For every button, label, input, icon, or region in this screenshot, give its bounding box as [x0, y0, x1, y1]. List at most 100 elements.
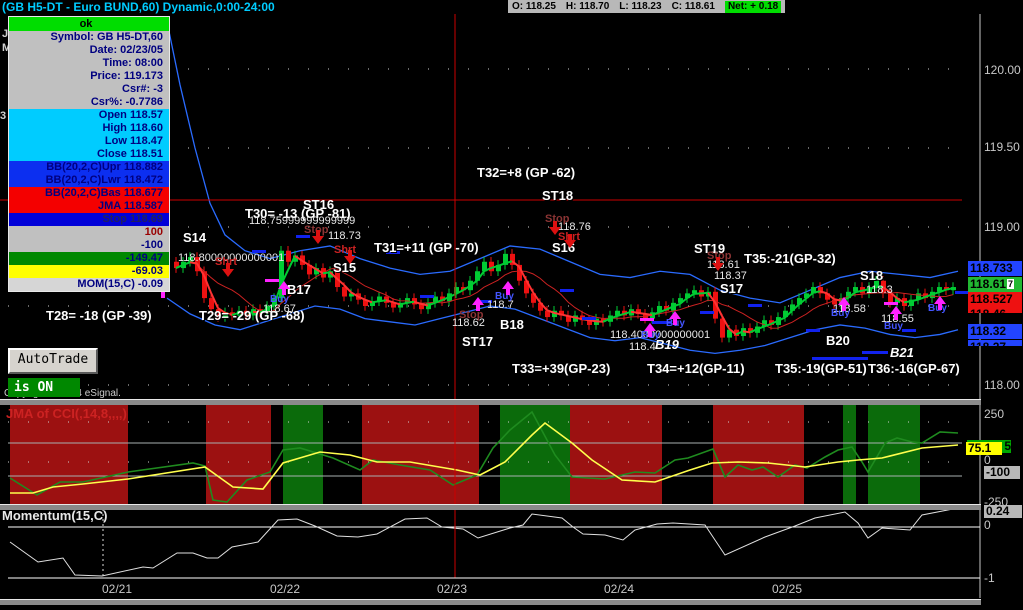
data-window-row: Low 118.47: [9, 135, 169, 148]
price-badge: 118.61 7: [968, 277, 1022, 292]
trade-annotation: ST18: [542, 188, 574, 203]
indicator-value-badge: -100: [984, 466, 1020, 479]
indicator-axis-label: 250: [984, 407, 1005, 421]
price-badge: 118.527: [968, 292, 1022, 307]
indicator-value-badge: 0.24: [984, 505, 1022, 518]
arrow-head-icon: [712, 263, 724, 271]
trade-annotation: 118.75999999999999: [249, 215, 356, 227]
panel-separator[interactable]: [0, 599, 981, 605]
panel-separator[interactable]: [0, 399, 981, 405]
stop-level-dash: [955, 291, 969, 294]
indicator-axis-label: -1: [984, 571, 995, 585]
trade-annotation: 118.4000000000001: [610, 329, 711, 341]
quote-low: L: 118.23: [619, 1, 662, 12]
arrow-head-icon: [564, 240, 576, 248]
arrow-stem: [506, 289, 510, 295]
trade-annotation: 118.3: [866, 284, 893, 296]
data-window-row: Price: 119.173: [9, 70, 169, 83]
price-axis-label: 118.00: [984, 378, 1020, 392]
price-axis-label: 119.00: [984, 220, 1020, 234]
trade-annotation: S14: [183, 230, 207, 245]
arrow-stem: [842, 305, 846, 311]
arrow-head-icon: [472, 297, 484, 305]
signal-arrow-up: [934, 296, 946, 310]
arrow-stem: [476, 305, 480, 311]
price-badge: 118.32: [968, 324, 1022, 339]
price-axis-label: 119.50: [984, 140, 1020, 154]
autotrade-button[interactable]: AutoTrade: [8, 348, 98, 374]
trade-annotation: B21: [890, 345, 914, 360]
data-window-row: Close 118.51: [9, 148, 169, 161]
arrow-head-icon: [669, 311, 681, 319]
arrow-head-icon: [312, 236, 324, 244]
stop-level-dash: [582, 317, 596, 320]
data-window-row: Time: 08:00: [9, 57, 169, 70]
arrow-stem: [161, 292, 165, 298]
data-window-row: 100: [9, 226, 169, 239]
signal-arrow-down: [712, 257, 724, 271]
trade-annotation: 118.4: [629, 341, 656, 353]
stop-level-dash: [862, 351, 888, 354]
window-title: (GB H5-DT - Euro BUND,60) Dynamic,0:00-2…: [2, 0, 275, 14]
date-label: 02/23: [437, 582, 468, 596]
stop-level-dash: [806, 329, 820, 332]
signal-arrow-up: [838, 297, 850, 311]
arrow-head-icon: [549, 227, 561, 235]
trade-annotation: Buy: [884, 321, 903, 332]
data-window-row: BB(20,2,C)Bas 118.677: [9, 187, 169, 200]
trade-annotation: T33=+39(GP-23): [512, 361, 611, 376]
indicator-axis-label: 0: [984, 453, 991, 467]
signal-arrow-down: [549, 221, 561, 235]
quote-strip: O: 118.25 H: 118.70 L: 118.23 C: 118.61 …: [508, 0, 786, 13]
trade-annotation: 118.73: [328, 230, 361, 242]
trade-annotation: T34=+12(GP-11): [647, 361, 745, 376]
price-badge-extra: 7: [1007, 279, 1015, 289]
stray-char: 3: [0, 110, 7, 122]
trade-annotation: S17: [720, 281, 744, 296]
trade-annotation: B17: [287, 282, 311, 297]
data-window-row: Csr#: -3: [9, 83, 169, 96]
stop-level-dash: [420, 295, 434, 298]
arrow-stem: [673, 319, 677, 325]
trade-annotation: T31=+11 (GP -70): [374, 240, 479, 255]
data-window-row: -100: [9, 239, 169, 252]
price-badge: 118.733: [968, 261, 1022, 276]
stop-level-dash: [884, 302, 898, 305]
trade-annotation: 118.37: [714, 270, 747, 282]
quote-close: C: 118.61: [671, 1, 715, 12]
data-window-row: -149.47: [9, 252, 169, 265]
data-window-row: -69.03: [9, 265, 169, 278]
price-badge: 118.46: [968, 307, 1022, 313]
data-window-row: Csr%: -0.7786: [9, 96, 169, 109]
price-badge: 118.27: [968, 340, 1022, 346]
signal-arrow-down: [312, 230, 324, 244]
signal-arrow-down: [344, 250, 356, 264]
panel-separator[interactable]: [0, 504, 981, 510]
stop-level-dash: [812, 357, 868, 360]
data-window-row: High 118.60: [9, 122, 169, 135]
trade-annotation: T35:-19(GP-51): [775, 361, 867, 376]
arrow-head-icon: [502, 281, 514, 289]
signal-arrow-down: [564, 234, 576, 248]
trade-annotation: B20: [826, 333, 850, 348]
date-label: 02/24: [604, 582, 635, 596]
signal-arrow-up: [502, 281, 514, 295]
arrow-head-icon: [222, 269, 234, 277]
arrow-head-icon: [890, 306, 902, 314]
data-window-row: Symbol: GB H5-DT,60: [9, 31, 169, 44]
quote-open: O: 118.25: [512, 1, 556, 12]
stop-level-dash: [902, 329, 916, 332]
trade-annotation: T28= -18 (GP -39): [46, 308, 152, 323]
signal-arrow-up: [669, 311, 681, 325]
data-window-row: JMA 118.587: [9, 200, 169, 213]
cci-panel-label: JMA of CCI(,14,8,,,,): [6, 406, 127, 421]
trade-annotation: T32=+8 (GP -62): [477, 165, 576, 180]
stop-level-dash: [560, 289, 574, 292]
arrow-head-icon: [838, 297, 850, 305]
data-window-row: Date: 02/23/05: [9, 44, 169, 57]
arrow-head-icon: [278, 281, 290, 289]
data-window-panel[interactable]: ok Symbol: GB H5-DT,60 Date: 02/23/05 Time:…: [8, 16, 170, 292]
trade-annotation: Buy: [270, 294, 289, 305]
trade-annotation: ST17: [462, 334, 494, 349]
trade-annotation: B18: [500, 317, 524, 332]
